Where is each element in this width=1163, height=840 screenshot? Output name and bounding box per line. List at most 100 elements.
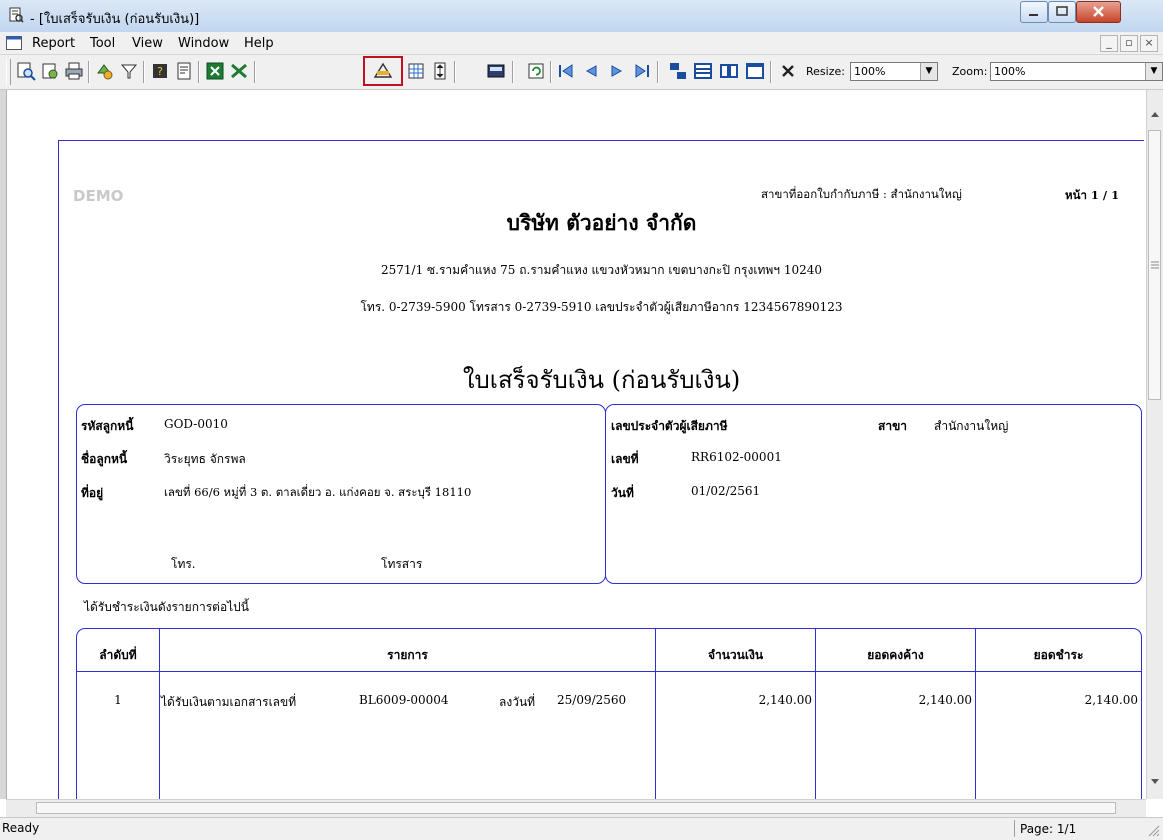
page-width-icon[interactable] — [693, 61, 713, 81]
excel-icon[interactable] — [205, 61, 225, 81]
menu-report[interactable]: Report — [32, 36, 75, 51]
toolbar-separator — [88, 61, 90, 83]
toolbar-separator — [657, 61, 659, 83]
status-bar: Ready Page: 1/1 — [0, 817, 1163, 840]
mdi-restore-button[interactable]: ▫ — [1120, 35, 1138, 52]
customer-address: เลขที่ 66/6 หมู่ที่ 3 ต. ตาลเดี่ยว อ. แก… — [164, 485, 472, 499]
toolbar: ? Resize: 100% ▼ Zoom: 100% ▼ — [0, 55, 1163, 90]
two-pages-icon[interactable] — [719, 61, 739, 81]
date-label: วันที่ — [611, 486, 634, 500]
zoom-select[interactable]: 100% ▼ — [990, 62, 1163, 81]
fit-height-icon[interactable] — [430, 61, 450, 81]
tax-id-label: เลขประจำตัวผู้เสียภาษี — [611, 419, 728, 433]
status-ready: Ready — [2, 821, 40, 835]
viewer-left-edge — [0, 90, 7, 799]
highlight-box — [363, 56, 403, 86]
header-balance: ยอดคงค้าง — [867, 648, 924, 662]
row-no: 1 — [114, 693, 122, 707]
refresh-icon[interactable] — [526, 61, 546, 81]
restore-button[interactable] — [1048, 1, 1076, 23]
toolbar-grip[interactable] — [6, 59, 11, 85]
horizontal-scroll-thumb[interactable] — [36, 802, 1116, 814]
doc-no-label: เลขที่ — [611, 452, 639, 466]
scroll-up-icon[interactable] — [1150, 110, 1160, 118]
resize-select[interactable]: 100% ▼ — [850, 62, 938, 81]
status-page: Page: 1/1 — [1020, 822, 1077, 836]
customer-code: GOD-0010 — [164, 417, 228, 431]
resize-label: Resize: — [806, 65, 845, 78]
next-page-icon[interactable] — [607, 61, 627, 81]
close-button[interactable] — [1076, 1, 1121, 23]
first-page-icon[interactable] — [556, 61, 576, 81]
row-balance: 2,140.00 — [918, 693, 972, 707]
toolbar-separator — [512, 61, 514, 83]
calculator-icon[interactable] — [486, 61, 506, 81]
header-description: รายการ — [387, 648, 428, 662]
company-contact: โทร. 0-2739-5900 โทรสาร 0-2739-5910 เลขป… — [360, 300, 843, 314]
toolbar-separator — [454, 61, 456, 83]
resize-value: 100% — [854, 65, 886, 78]
previous-page-icon[interactable] — [581, 61, 601, 81]
row-date-label: ลงวันที่ — [499, 695, 536, 709]
menu-tool[interactable]: Tool — [90, 36, 115, 51]
mdi-close-button[interactable]: × — [1140, 35, 1158, 52]
toolbar-separator — [770, 61, 772, 83]
mdi-minimize-button[interactable]: _ — [1100, 35, 1118, 52]
report-help-icon[interactable]: ? — [150, 61, 170, 81]
row-amount: 2,140.00 — [758, 693, 812, 707]
grid-icon[interactable] — [406, 61, 426, 81]
page-setup-icon[interactable] — [40, 61, 60, 81]
excel-export-icon[interactable] — [229, 61, 249, 81]
filter-icon[interactable] — [119, 61, 139, 81]
customer-tel-label: โทร. — [171, 557, 196, 571]
chevron-down-icon[interactable]: ▼ — [920, 63, 937, 80]
document-info-box: เลขประจำตัวผู้เสียภาษี สาขา สำนักงานใหญ่… — [605, 404, 1142, 584]
scroll-down-icon[interactable] — [1150, 778, 1160, 786]
company-name: บริษัท ตัวอย่าง จำกัด — [506, 210, 697, 235]
header-paid: ยอดชำระ — [1033, 648, 1084, 662]
header-amount: จำนวนเงิน — [707, 648, 764, 662]
zoom-label: Zoom: — [952, 65, 988, 78]
demo-watermark: DEMO — [73, 187, 124, 205]
minimize-icon — [1029, 14, 1038, 16]
toolbar-separator — [550, 61, 552, 83]
export-doc-icon[interactable] — [174, 61, 194, 81]
branch-label: สาขา — [878, 419, 908, 433]
company-address: 2571/1 ซ.รามคำแหง 75 ถ.รามคำแหง แขวงหัวห… — [380, 263, 822, 277]
report-app-icon[interactable] — [8, 7, 24, 23]
header-no: ลำดับที่ — [99, 648, 137, 662]
resize-grip-icon[interactable] — [1146, 823, 1160, 837]
menu-view[interactable]: View — [132, 36, 163, 51]
vertical-scroll-thumb[interactable] — [1148, 130, 1161, 400]
child-window-icon[interactable] — [6, 36, 22, 50]
customer-name: วิระยุทธ จักรพล — [164, 452, 246, 466]
chevron-down-icon[interactable]: ▼ — [1145, 63, 1162, 80]
close-preview-icon[interactable] — [778, 61, 798, 81]
minimize-button[interactable] — [1020, 1, 1048, 23]
table-left-border — [76, 671, 77, 801]
print-icon[interactable] — [64, 61, 84, 81]
horizontal-scrollbar[interactable] — [6, 799, 1146, 817]
toolbar-separator — [143, 61, 145, 83]
whole-page-icon[interactable] — [745, 61, 765, 81]
multi-page-icon[interactable] — [668, 61, 688, 81]
table-header-divider — [77, 671, 1142, 672]
row-doc-no: BL6009-00004 — [359, 693, 449, 707]
row-paid: 2,140.00 — [1084, 693, 1138, 707]
window-title: - [ใบเสร็จรับเงิน (ก่อนรับเงิน)] — [30, 12, 200, 27]
customer-name-label: ชื่อลูกหนี้ — [81, 452, 128, 466]
doc-date: 01/02/2561 — [691, 484, 761, 498]
menu-help[interactable]: Help — [244, 36, 274, 51]
row-date: 25/09/2560 — [557, 693, 627, 707]
close-icon — [1093, 6, 1104, 17]
last-page-icon[interactable] — [632, 61, 652, 81]
preview-icon[interactable] — [16, 61, 36, 81]
menu-window[interactable]: Window — [178, 36, 229, 51]
branch-value: สำนักงานใหญ่ — [934, 419, 1009, 433]
customer-code-label: รหัสลูกหนี้ — [81, 419, 134, 433]
toolbar-separator — [254, 61, 256, 83]
grip-icon — [1151, 261, 1159, 269]
group-icon[interactable] — [95, 61, 115, 81]
received-caption: ได้รับชำระเงินดังรายการต่อไปนี้ — [84, 600, 249, 614]
customer-address-label: ที่อยู่ — [81, 486, 104, 500]
